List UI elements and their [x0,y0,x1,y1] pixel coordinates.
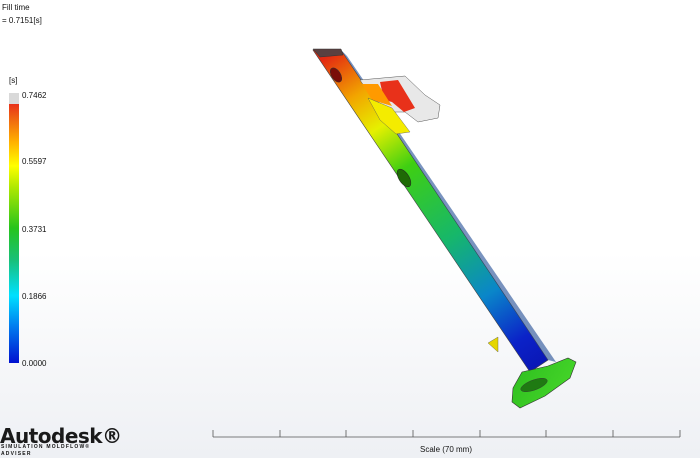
part-arm [312,49,549,373]
logo-product-line2: ADVISER [1,451,32,457]
scale-label: Scale (70 mm) [420,445,473,454]
scale-bar [212,430,681,438]
logo-product-line1: SIMULATION MOLDFLOW® [1,444,91,450]
molded-part[interactable] [312,48,577,409]
model-viewport[interactable] [0,0,700,458]
part-pin [487,336,499,353]
